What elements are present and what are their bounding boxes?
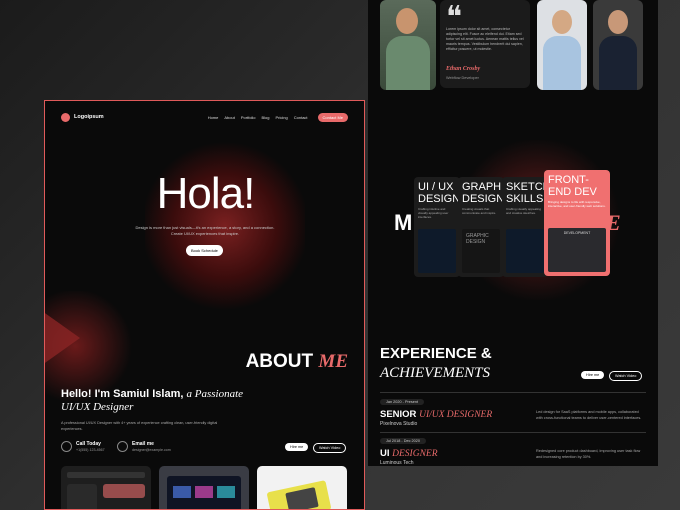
portfolio-thumb-1[interactable]: [61, 466, 151, 509]
portfolio-thumb-3[interactable]: [257, 466, 347, 509]
intro-line-c: UI/UX Designer: [61, 401, 134, 413]
graphic-label: GRAPHIC DESIGN: [466, 233, 489, 245]
hero-subtitle: Design is more than just visuals—it's an…: [135, 225, 275, 236]
me-word: ME: [318, 351, 348, 372]
watch-video-button[interactable]: Watch Video: [313, 443, 347, 453]
contact-button[interactable]: Contact Me: [317, 112, 348, 122]
intro-heading: Hello! I'm Samiul Islam, a Passionate UI…: [61, 388, 243, 414]
email-title: Email me: [132, 441, 154, 447]
navbar: Logoipsum Home About Portfolio Blog Pric…: [61, 110, 348, 124]
logo[interactable]: Logoipsum: [74, 114, 104, 120]
skill-image: DEVELOPMENT: [548, 228, 606, 272]
testimonial-card: ❝ Lorem ipsum dolor sit amet, consectetu…: [440, 0, 530, 88]
nav-portfolio[interactable]: Portfolio: [241, 115, 256, 120]
landing-page-preview: Logoipsum Home About Portfolio Blog Pric…: [44, 100, 365, 510]
skill-image: GRAPHIC DESIGN: [462, 229, 500, 273]
experience-line-a: EXPERIENCE &: [380, 345, 492, 362]
heading-fragment-m: M: [394, 210, 413, 235]
about-heading: ABOUT ME: [246, 351, 348, 373]
testimonial-role: Webflow Developer: [446, 76, 479, 80]
portfolio-page-preview: ❝ Lorem ipsum dolor sit amet, consectetu…: [368, 0, 658, 466]
testimonial-photo-3: [593, 0, 643, 90]
hero-title: Hola!: [156, 169, 256, 218]
job-role-b: UI/UX DESIGNER: [419, 410, 493, 420]
skill-desc: Creating visuals that communicate and in…: [462, 207, 497, 215]
decorative-shape: [45, 306, 80, 370]
job-company: Pixelnova Studio: [380, 421, 418, 427]
job-role: SENIOR UI/UX DESIGNER: [380, 409, 492, 420]
skill-title: SKETCH SKILLS: [506, 181, 551, 205]
call-title: Call Today: [76, 441, 101, 447]
hire-me-button[interactable]: Hire me: [581, 371, 605, 379]
intro-line-b: a Passionate: [186, 388, 244, 400]
hire-me-button[interactable]: Hire me: [285, 443, 309, 451]
job-description: Redesigned core product dashboard, impro…: [536, 449, 641, 459]
skill-desc: Bringing designs to life with responsive…: [548, 200, 606, 208]
email-value: designer@example.com: [132, 448, 171, 452]
book-schedule-button[interactable]: Book Schedule: [186, 245, 223, 256]
portfolio-thumb-2[interactable]: [159, 466, 249, 509]
skill-image: [418, 229, 456, 273]
mail-icon: [117, 441, 128, 452]
testimonial-text: Lorem ipsum dolor sit amet, consectetur …: [446, 27, 524, 51]
job-role-a: SENIOR: [380, 409, 417, 420]
nav-about[interactable]: About: [224, 115, 234, 120]
experience-line-b: ACHIEVEMENTS: [380, 365, 490, 381]
about-word: ABOUT: [245, 351, 314, 372]
watch-video-button[interactable]: Watch Video: [609, 371, 643, 381]
nav-contact[interactable]: Contact: [294, 115, 308, 120]
development-label: DEVELOPMENT: [563, 231, 591, 235]
job-role: UI DESIGNER: [380, 448, 438, 459]
skill-card-graphic[interactable]: GRAPHIC DESIGN Creating visuals that com…: [458, 177, 513, 277]
logo-icon: [61, 112, 70, 122]
testimonial-photo-1: [380, 0, 436, 90]
skill-card-sketch[interactable]: SKETCH SKILLS Crafting visually appealin…: [502, 177, 551, 277]
skill-desc: Crafting visually appealing and creative…: [506, 207, 542, 215]
call-contact[interactable]: Call Today +1(555) 123-4567: [61, 441, 105, 452]
job-description: Led design for SaaS platforms and mobile…: [536, 410, 642, 420]
job-role-a: UI: [380, 448, 390, 459]
job-company: Luminous Tech: [380, 460, 414, 466]
skill-card-uiux[interactable]: UI / UX DESIGN Crafting intuitive and vi…: [414, 177, 460, 277]
email-contact[interactable]: Email me designer@example.com: [117, 441, 171, 452]
skill-title: UI / UX DESIGN: [418, 181, 461, 205]
skill-card-frontend[interactable]: FRONT-END DEV Bringing designs to life w…: [544, 170, 610, 276]
intro-text: A professional UI/UX Designer with 4+ ye…: [61, 421, 218, 431]
skill-title: FRONT-END DEV: [548, 174, 597, 198]
nav-links: Home About Portfolio Blog Pricing Contac…: [208, 115, 308, 120]
skill-image: [506, 229, 544, 273]
intro-line-a: Hello! I'm Samiul Islam,: [61, 388, 184, 400]
skill-desc: Crafting intuitive and visually appealin…: [418, 207, 449, 219]
nav-blog[interactable]: Blog: [262, 115, 270, 120]
experience-heading: EXPERIENCE & ACHIEVEMENTS: [380, 344, 492, 383]
testimonial-name: Ethan Crosby: [446, 66, 481, 72]
call-value: +1(555) 123-4567: [76, 448, 105, 452]
job-date: Jan 2020 - Present: [380, 399, 425, 405]
divider: [380, 432, 646, 433]
nav-pricing[interactable]: Pricing: [276, 115, 288, 120]
job-role-b: DESIGNER: [392, 449, 438, 459]
job-date: Jul 2018 - Dec 2020: [380, 438, 426, 444]
testimonial-photo-2: [537, 0, 587, 90]
divider: [380, 392, 646, 393]
nav-home[interactable]: Home: [208, 115, 219, 120]
phone-icon: [61, 441, 72, 452]
skill-title: GRAPHIC DESIGN: [462, 181, 513, 205]
